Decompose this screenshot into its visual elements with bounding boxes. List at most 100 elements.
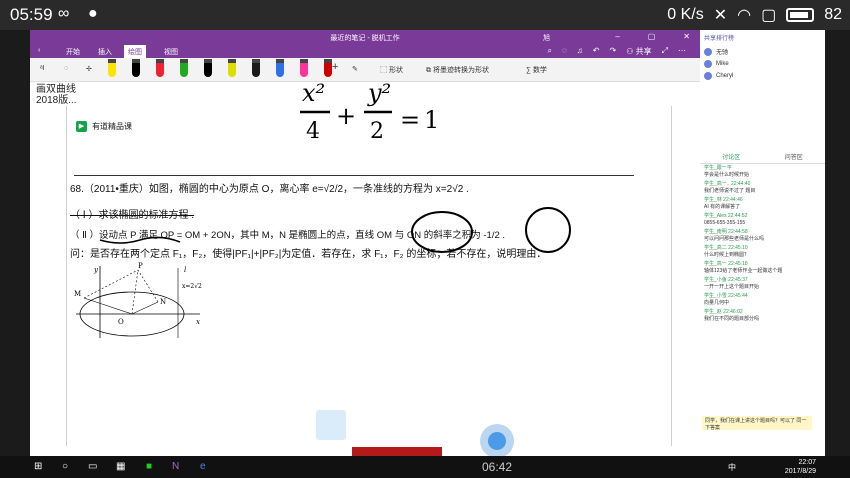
status-right: 0 K/s ✕ ◠ ▢ 82 [667, 5, 842, 25]
bell-icon[interactable]: ♫ [577, 46, 583, 57]
add-pen-icon[interactable]: + [332, 61, 338, 73]
lightbulb-icon[interactable]: ◌ [562, 46, 567, 57]
math-button[interactable]: ∑ 数学 [526, 65, 547, 75]
battery-level: 82 [824, 6, 842, 23]
pen-pink[interactable] [300, 59, 308, 77]
shapes-button[interactable]: ⬚ 形状 [380, 65, 403, 75]
user-avatar-icon [704, 72, 712, 80]
user-avatar-icon [704, 60, 712, 68]
tab-insert[interactable]: 插入 [98, 47, 112, 57]
svg-text:2: 2 [370, 119, 384, 144]
expand-icon[interactable]: ⤢ [662, 46, 668, 57]
search-circle-icon[interactable]: ○ [62, 461, 68, 472]
chat-message: 学生_高二 22:45:10 什么时候上到椭圆？ [704, 245, 750, 258]
add-space-icon[interactable]: ✢ [86, 65, 92, 73]
svg-text:1: 1 [424, 106, 439, 134]
pen-blue[interactable] [276, 59, 284, 77]
chat-message: 学生_Alex 22:44:52 0855-655-355-155 [704, 213, 748, 226]
ghost-play-icon [316, 410, 346, 440]
search-icon[interactable]: ⌕ [548, 46, 552, 57]
pen-green[interactable] [180, 59, 188, 77]
task-view-icon[interactable]: ▭ [88, 461, 97, 472]
right-edge [825, 30, 850, 456]
battery-icon [786, 8, 815, 22]
system-clock[interactable]: 22:07 2017/8/29 [785, 458, 816, 476]
undo-icon[interactable]: ↶ [593, 46, 600, 57]
fig-o-label: O [118, 318, 124, 326]
chat-message: 学生_小鱼 22:45:37 一开一开上这个题目开始 [704, 277, 760, 290]
onenote-window: 最近的笔记 - 脱机工作 旭 – ▢ ✕ ‹ 开始 插入 绘图 视图 ⌕ ◌ ♫… [30, 30, 700, 456]
svg-text:+: + [336, 102, 356, 130]
equation-x2: x² [302, 79, 325, 107]
edge-icon[interactable]: e [200, 461, 206, 472]
ellipse-figure: y P M N O x l x=2√2 [74, 262, 202, 338]
fig-n-label: N [160, 298, 166, 306]
ranking-header: 共享排行榜 [704, 36, 735, 42]
highlighter-yellow[interactable] [108, 59, 116, 77]
pen-red[interactable] [156, 59, 164, 77]
live-side-panel: 共享排行榜 无驰 Mike Cheryl 讨论区 问答区 学生_跟一平 学会是什么… [700, 30, 825, 456]
phone-status-bar: 05:59 ∞ ● 0 K/s ✕ ◠ ▢ 82 [0, 0, 850, 30]
chat-input[interactable]: 同学，我们在课上讲这个题目吗？可以了 同一下答案 [702, 416, 812, 431]
floating-record-button[interactable] [480, 424, 514, 458]
app-green-icon[interactable]: ■ [146, 461, 152, 472]
chat-message: 学生_赵 22:46:02 我们在不同的题目部分吗 [704, 309, 760, 322]
pen-darkred[interactable] [324, 59, 332, 77]
chat-tabs: 讨论区 问答区 [700, 152, 825, 164]
svg-text:4: 4 [306, 119, 320, 144]
window-icon: ▢ [761, 7, 777, 24]
question-line-3: （ Ⅱ ）设动点 P 满足 OP = OM + 2ON，其中 M，N 是椭圆上的… [70, 230, 506, 241]
ime-indicator[interactable]: 中 [728, 462, 736, 473]
user-avatar-icon [704, 47, 712, 56]
tab-qa[interactable]: 问答区 [785, 152, 803, 161]
infinity-icon: ∞ [58, 5, 70, 22]
center-time: 06:42 [482, 460, 513, 474]
window-titlebar: 最近的笔记 - 脱机工作 旭 – ▢ ✕ [30, 30, 700, 44]
previous-text: 画双曲线 2018版... [36, 84, 77, 106]
user-name[interactable]: 旭 [543, 33, 550, 43]
ranking-user-1[interactable]: 无驰 [700, 45, 825, 58]
share-button[interactable]: ⚇ 共享 [626, 46, 651, 57]
svg-text:=: = [400, 106, 420, 134]
redo-icon[interactable]: ↷ [609, 46, 616, 57]
ink-to-shape-button[interactable]: ⧉ 将墨迹转换为形状 [426, 65, 489, 75]
fig-x-label: x [196, 318, 200, 326]
maximize-button[interactable]: ▢ [648, 32, 656, 41]
network-speed: 0 K/s [667, 6, 704, 23]
text-mode-icon[interactable]: ᵃI [40, 65, 45, 72]
windows-taskbar: ⊞ ○ ▭ ▦ ■ N e 06:42 中 22:07 2017/8/29 [0, 456, 850, 478]
handwritten-equation: x² 4 + y² 2 = 1 [300, 79, 439, 144]
tab-home[interactable]: 开始 [66, 47, 80, 57]
pen-dark[interactable] [252, 59, 260, 77]
window-title: 最近的笔记 - 脱机工作 [330, 35, 400, 42]
windows-start-icon[interactable]: ⊞ [34, 461, 42, 472]
svg-text:y²: y² [367, 79, 391, 107]
chat-message: 学生_南明 22:44:58 可以问问那些老师是什么吗 [704, 229, 765, 242]
chat-message: 学生_跟一平 学会是什么时候开始 [704, 165, 750, 178]
chat-bubble-icon: ● [88, 5, 98, 22]
tab-discussion[interactable]: 讨论区 [722, 152, 740, 161]
pen-yellow[interactable] [228, 59, 236, 77]
tab-draw[interactable]: 绘图 [124, 45, 146, 59]
back-button[interactable]: ‹ [38, 47, 40, 54]
tab-view[interactable]: 视图 [164, 47, 178, 57]
lasso-icon[interactable]: ◌ [64, 65, 68, 72]
question-line-4: 问：是否存在两个定点 F₁，F₂，使得|PF₁|+|PF₂|为定值．若存在，求 … [70, 249, 547, 260]
pen-black[interactable] [132, 59, 140, 77]
eraser-icon[interactable]: ✎ [352, 65, 358, 73]
chat-message: 学生_林 22:44:46 AI 有的课解答了 [704, 197, 743, 210]
chat-message: 学生_小雪 22:45:44 向量几何中 [704, 293, 748, 306]
note-page[interactable]: 画双曲线 2018版... ▶ 有道精品课 x² 4 + y² 2 = 1 68 [30, 79, 700, 456]
onenote-taskbar-icon[interactable]: N [172, 461, 179, 472]
divider-line [74, 175, 634, 176]
minimize-button[interactable]: – [615, 32, 619, 41]
pen-black-2[interactable] [204, 59, 212, 77]
ranking-user-2[interactable]: Mike [700, 58, 825, 70]
more-icon[interactable]: ⋯ [678, 46, 686, 57]
ribbon-tabs: ‹ 开始 插入 绘图 视图 ⌕ ◌ ♫ ↶ ↷ ⚇ 共享 ⤢ ⋯ [30, 44, 700, 59]
chat-list[interactable]: 学生_跟一平 学会是什么时候开始 学生_高一.. 22:44:40 我们老师说不过了… [700, 164, 825, 324]
ranking-user-3[interactable]: Cheryl [700, 70, 825, 82]
store-icon[interactable]: ▦ [116, 461, 125, 472]
mute-icon: ✕ [713, 7, 728, 24]
close-button[interactable]: ✕ [683, 32, 690, 41]
